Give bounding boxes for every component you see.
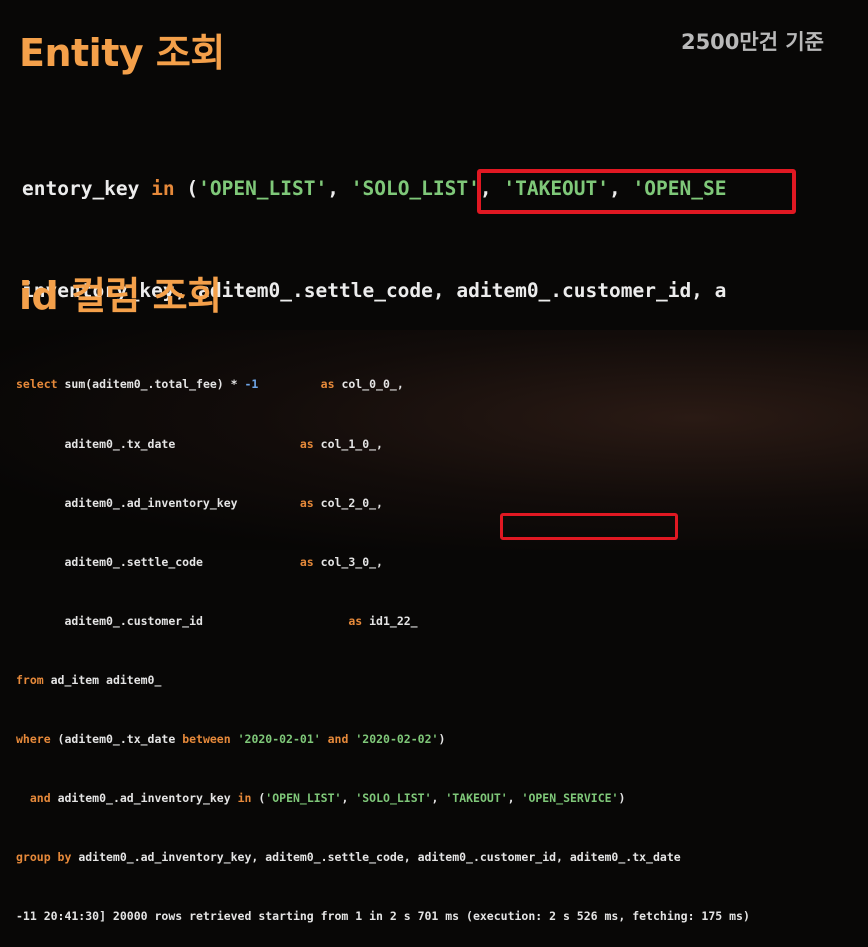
sql-keyword: as	[299, 436, 314, 451]
code-text: col_1_0_,	[313, 436, 383, 451]
code-text: ,	[341, 791, 356, 806]
sql-keyword: as	[320, 377, 335, 392]
code-text: ,	[327, 177, 351, 200]
code-text: aditem0_.ad_inventory_key, aditem0_.sett…	[71, 850, 681, 865]
sql-keyword: between	[182, 731, 231, 746]
code-text: (aditem0_.tx_date	[50, 731, 183, 746]
sql-number: -1	[244, 377, 259, 392]
code-line: aditem0_.settle_code as col_3_0_,	[16, 553, 868, 573]
code-text: col_3_0_,	[313, 554, 383, 569]
sql-keyword: from	[16, 672, 44, 687]
code-line: aditem0_.tx_date as col_1_0_,	[16, 435, 868, 455]
id-execution-highlight	[500, 513, 678, 540]
sql-string: 'SOLO_LIST'	[355, 791, 432, 806]
code-line: and aditem0_.ad_inventory_key in ('OPEN_…	[16, 789, 868, 809]
code-text: sum(aditem0_.total_fee) *	[57, 377, 245, 392]
sql-keyword: where	[16, 731, 51, 746]
code-text: aditem0_.settle_code	[16, 554, 300, 569]
sql-string: 'OPEN_LIST'	[265, 791, 342, 806]
code-text: col_2_0_,	[313, 495, 383, 510]
code-line: select sum(aditem0_.total_fee) * -1 as c…	[16, 375, 868, 395]
code-text: aditem0_.ad_inventory_key	[50, 791, 238, 806]
sql-string: '2020-02-02'	[355, 731, 439, 746]
sql-keyword: and	[29, 791, 51, 806]
code-text: aditem0_.customer_id	[16, 613, 349, 628]
code-line: where (aditem0_.tx_date between '2020-02…	[16, 730, 868, 750]
code-text: col_0_0_,	[334, 377, 404, 392]
code-text: ,	[507, 791, 522, 806]
sql-string: '2020-02-01'	[237, 731, 321, 746]
sql-string: 'SOLO_LIST'	[350, 177, 480, 200]
sql-keyword: as	[299, 495, 314, 510]
entity-execution-highlight	[477, 169, 796, 214]
dataset-size-note: 2500만건 기준	[680, 30, 824, 54]
code-line: group by aditem0_.ad_inventory_key, adit…	[16, 848, 868, 868]
code-text: (	[174, 177, 199, 200]
code-line: aditem0_.ad_inventory_key as col_2_0_,	[16, 494, 868, 514]
sql-keyword: select	[16, 377, 58, 392]
code-text: aditem0_.ad_inventory_key	[16, 495, 300, 510]
sql-keyword: in	[151, 177, 175, 200]
id-section-title: id 컬럼 조회	[19, 274, 222, 318]
sql-keyword: group by	[16, 850, 72, 865]
code-text: (	[251, 791, 266, 806]
id-query-code: select sum(aditem0_.total_fee) * -1 as c…	[16, 336, 868, 947]
sql-keyword: as	[299, 554, 314, 569]
code-text: )	[438, 731, 446, 746]
code-text: ,	[431, 791, 446, 806]
code-text: aditem0_.tx_date	[16, 436, 300, 451]
code-line: -11 20:41:30] 20000 rows retrieved start…	[16, 907, 868, 927]
sql-keyword: as	[348, 613, 363, 628]
code-line: from ad_item aditem0_	[16, 671, 868, 691]
code-text: )	[618, 791, 626, 806]
sql-string: 'OPEN_LIST'	[198, 177, 328, 200]
code-text: ad_item aditem0_	[43, 672, 162, 687]
sql-keyword: and	[327, 731, 349, 746]
sql-keyword: in	[237, 791, 252, 806]
code-text: id1_22_	[362, 613, 418, 628]
code-text: -11 20:41:30] 20000 rows retrieved start…	[16, 909, 750, 924]
code-text: entory_key	[22, 177, 152, 200]
sql-string: 'TAKEOUT'	[445, 791, 508, 806]
code-line: aditem0_.customer_id as id1_22_	[16, 612, 868, 632]
sql-string: 'OPEN_SERVICE'	[521, 791, 619, 806]
entity-section-title: Entity 조회	[19, 31, 225, 75]
